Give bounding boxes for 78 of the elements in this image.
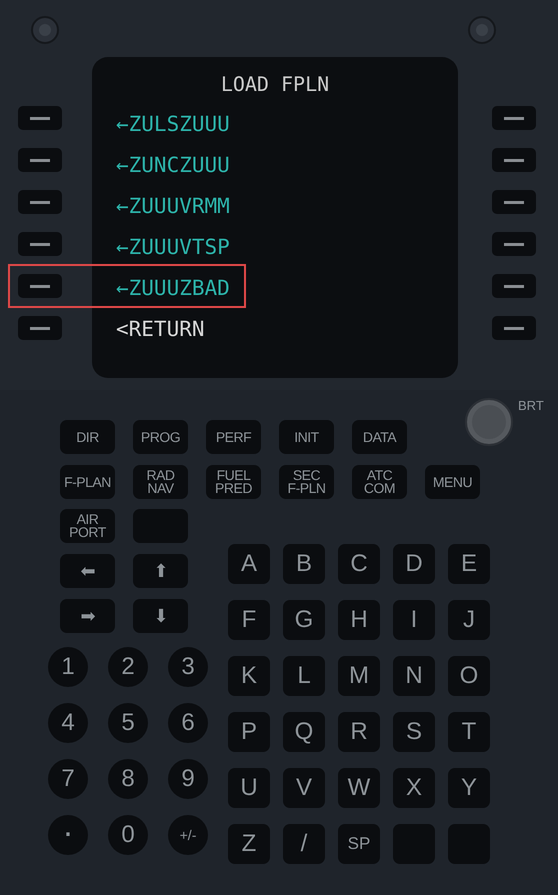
number-key[interactable]: 0 <box>108 815 148 855</box>
function-key[interactable]: DIR <box>60 420 115 454</box>
letter-key[interactable]: T <box>448 712 490 752</box>
function-key[interactable]: ATC COM <box>352 465 407 499</box>
letter-key[interactable]: O <box>448 656 490 696</box>
letter-key[interactable]: A <box>228 544 270 584</box>
letter-key[interactable]: Z <box>228 824 270 864</box>
line-select-key[interactable] <box>18 316 62 340</box>
brightness-label: BRT <box>518 398 544 413</box>
number-key[interactable]: 5 <box>108 703 148 743</box>
letter-key[interactable]: SP <box>338 824 380 864</box>
line-select-key[interactable] <box>492 232 536 256</box>
letter-key[interactable]: M <box>338 656 380 696</box>
number-key[interactable]: 8 <box>108 759 148 799</box>
letter-key[interactable]: J <box>448 600 490 640</box>
letter-key[interactable]: N <box>393 656 435 696</box>
line-select-key[interactable] <box>18 274 62 298</box>
function-key[interactable]: FUEL PRED <box>206 465 261 499</box>
letter-key[interactable]: Q <box>283 712 325 752</box>
letter-key[interactable]: C <box>338 544 380 584</box>
flight-plan-line: ←ZUUUVRMM <box>116 193 231 220</box>
flight-plan-line: ←ZUUUZBAD <box>116 275 231 302</box>
function-key[interactable]: RAD NAV <box>133 465 188 499</box>
flight-plan-line: ←ZULSZUUU <box>116 111 231 138</box>
letter-key[interactable]: / <box>283 824 325 864</box>
letter-key[interactable]: U <box>228 768 270 808</box>
line-select-key[interactable] <box>492 148 536 172</box>
number-key[interactable]: 6 <box>168 703 208 743</box>
function-key[interactable]: F-PLAN <box>60 465 115 499</box>
number-key[interactable]: +/- <box>168 815 208 855</box>
letter-key[interactable]: P <box>228 712 270 752</box>
number-key[interactable]: 7 <box>48 759 88 799</box>
function-key[interactable]: AIR PORT <box>60 509 115 543</box>
line-select-key[interactable] <box>18 190 62 214</box>
letter-key[interactable]: B <box>283 544 325 584</box>
page-title: LOAD FPLN <box>220 71 330 98</box>
function-key[interactable]: DATA <box>352 420 407 454</box>
function-key[interactable]: SEC F-PLN <box>279 465 334 499</box>
letter-key[interactable]: R <box>338 712 380 752</box>
function-key[interactable]: INIT <box>279 420 334 454</box>
function-key[interactable]: PROG <box>133 420 188 454</box>
flight-plan-line: ←ZUUUVTSP <box>116 234 231 261</box>
flight-plan-line: <RETURN <box>116 316 206 343</box>
number-key[interactable]: 9 <box>168 759 208 799</box>
line-select-key[interactable] <box>492 106 536 130</box>
function-key[interactable]: PERF <box>206 420 261 454</box>
number-key[interactable]: 4 <box>48 703 88 743</box>
line-select-key[interactable] <box>492 274 536 298</box>
line-select-key[interactable] <box>18 232 62 256</box>
screw-icon <box>468 16 496 44</box>
line-select-key[interactable] <box>492 190 536 214</box>
letter-key[interactable]: Y <box>448 768 490 808</box>
arrow-key[interactable]: ⬅ <box>60 554 115 588</box>
arrow-key[interactable]: ➡ <box>60 599 115 633</box>
letter-key[interactable]: X <box>393 768 435 808</box>
arrow-key[interactable]: ⬆ <box>133 554 188 588</box>
screw-icon <box>31 16 59 44</box>
number-key[interactable]: . <box>48 815 88 855</box>
letter-key[interactable]: W <box>338 768 380 808</box>
letter-key[interactable]: K <box>228 656 270 696</box>
letter-key[interactable]: G <box>283 600 325 640</box>
line-select-key[interactable] <box>18 106 62 130</box>
letter-key[interactable]: H <box>338 600 380 640</box>
number-key[interactable]: 3 <box>168 647 208 687</box>
number-key[interactable]: 2 <box>108 647 148 687</box>
letter-key[interactable]: S <box>393 712 435 752</box>
letter-key[interactable]: D <box>393 544 435 584</box>
letter-key[interactable]: E <box>448 544 490 584</box>
flight-plan-line: ←ZUNCZUUU <box>116 152 231 179</box>
function-key[interactable]: MENU <box>425 465 480 499</box>
letter-key[interactable]: L <box>283 656 325 696</box>
letter-key[interactable]: I <box>393 600 435 640</box>
arrow-key[interactable]: ⬇ <box>133 599 188 633</box>
line-select-key[interactable] <box>18 148 62 172</box>
letter-key[interactable]: V <box>283 768 325 808</box>
line-select-key[interactable] <box>492 316 536 340</box>
number-key[interactable]: 1 <box>48 647 88 687</box>
letter-key[interactable]: F <box>228 600 270 640</box>
